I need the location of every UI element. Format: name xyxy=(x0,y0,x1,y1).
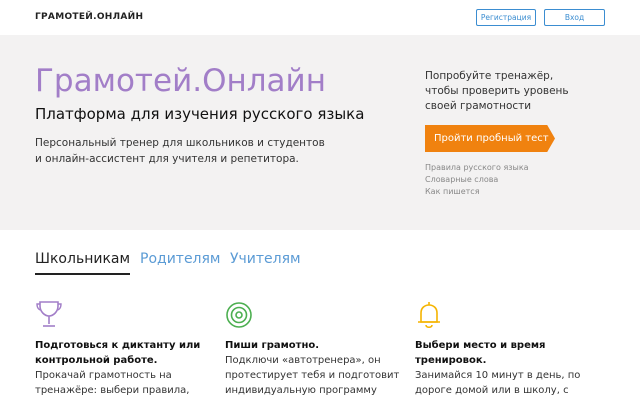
feature-title-line: тренировок. xyxy=(415,355,487,366)
feature-title: Подготовься к диктанту или контрольной р… xyxy=(35,338,210,368)
hero-title: Грамотей.Онлайн xyxy=(35,63,326,99)
feature-title-line: контрольной работе. xyxy=(35,355,158,366)
cta-prompt-line: своей грамотности xyxy=(425,100,532,112)
top-navigation-bar: ГРАМОТЕЙ.ОНЛАЙН Регистрация Вход xyxy=(0,0,640,35)
quick-links: Правила русского языка Словарные слова К… xyxy=(425,162,605,198)
audience-tabs: Школьникам Родителям Учителям xyxy=(35,251,605,277)
hero-description: Персональный тренер для школьников и сту… xyxy=(35,135,365,167)
feature-card: Пиши грамотно. Подключи «автотренера», о… xyxy=(225,300,400,398)
feature-title-line: Выбери место и время xyxy=(415,340,546,351)
target-icon xyxy=(226,302,252,328)
feature-title-line: Подготовься к диктанту или xyxy=(35,340,201,351)
cta-prompt: Попробуйте тренажёр, чтобы проверить уро… xyxy=(425,69,605,114)
feature-text-line: Занимайся 10 минут в день, по xyxy=(415,370,581,381)
feature-title-line: Пиши грамотно. xyxy=(225,340,320,351)
bell-icon xyxy=(418,302,440,329)
hero-description-line: Персональный тренер для школьников и сту… xyxy=(35,137,325,149)
feature-text-line: индивидуальную программу xyxy=(225,385,377,396)
feature-text-line: протестирует тебя и подготовит xyxy=(225,370,400,381)
feature-text-line: дороге домой или в школу, с xyxy=(415,385,569,396)
link-russian-rules[interactable]: Правила русского языка xyxy=(425,162,605,174)
cta-prompt-line: чтобы проверить уровень xyxy=(425,85,569,97)
feature-text: Подключи «автотренера», он протестирует … xyxy=(225,353,400,398)
hero-section: Грамотей.Онлайн Платформа для изучения р… xyxy=(0,35,640,230)
feature-title: Пиши грамотно. xyxy=(225,338,400,353)
hero-subtitle: Платформа для изучения русского языка xyxy=(35,105,365,123)
feature-text-line: тренажёре: выбери правила, xyxy=(35,385,190,396)
tab-students[interactable]: Школьникам xyxy=(35,251,131,275)
feature-text-line: Подключи «автотренера», он xyxy=(225,355,381,366)
tab-teachers[interactable]: Учителям xyxy=(230,251,301,273)
feature-title: Выбери место и время тренировок. xyxy=(415,338,590,368)
hero-description-line: и онлайн-ассистент для учителя и репетит… xyxy=(35,153,299,165)
feature-text: Прокачай грамотность на тренажёре: выбер… xyxy=(35,368,210,398)
feature-text: Занимайся 10 минут в день, по дороге дом… xyxy=(415,368,590,398)
login-button[interactable]: Вход xyxy=(544,9,605,26)
link-how-to-spell[interactable]: Как пишется xyxy=(425,186,605,198)
trial-test-button[interactable]: Пройти пробный тест xyxy=(425,125,555,152)
link-dictionary-words[interactable]: Словарные слова xyxy=(425,174,605,186)
feature-card: Подготовься к диктанту или контрольной р… xyxy=(35,300,210,398)
register-button[interactable]: Регистрация xyxy=(476,9,536,26)
site-logo[interactable]: ГРАМОТЕЙ.ОНЛАЙН xyxy=(35,12,143,22)
cta-prompt-line: Попробуйте тренажёр, xyxy=(425,70,554,82)
tab-parents[interactable]: Родителям xyxy=(140,251,221,273)
feature-text-line: Прокачай грамотность на xyxy=(35,370,172,381)
feature-card: Выбери место и время тренировок. Занимай… xyxy=(415,300,590,398)
trophy-icon xyxy=(36,301,62,327)
